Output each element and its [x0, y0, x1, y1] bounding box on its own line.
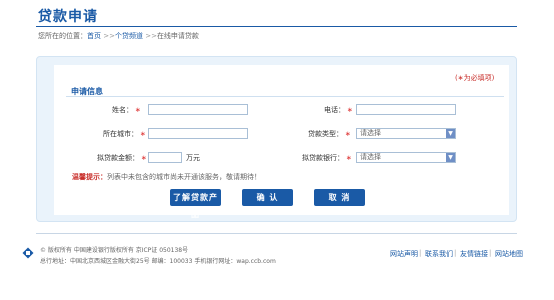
- cancel-button[interactable]: 取 消: [314, 189, 365, 206]
- amount-label-text: 拟贷款金额：: [97, 154, 139, 162]
- city-label-text: 所在城市：: [103, 130, 138, 138]
- breadcrumb-current: 在线申请贷款: [156, 32, 199, 40]
- chevron-down-icon: ▼: [446, 153, 455, 162]
- city-input[interactable]: [148, 128, 248, 139]
- phone-input[interactable]: [356, 104, 456, 115]
- required-mark: ∗: [141, 154, 147, 162]
- footer-link-friends[interactable]: 友情链接: [460, 249, 488, 259]
- required-mark: ∗: [345, 130, 351, 138]
- footer-link-contact[interactable]: 联系我们: [425, 249, 453, 259]
- footer-divider: [36, 233, 517, 234]
- required-note: (∗为必填项): [455, 74, 495, 82]
- loan-type-value: 请选择: [360, 129, 381, 137]
- confirm-button[interactable]: 确 认: [242, 189, 293, 206]
- amount-unit: 万元: [186, 154, 200, 162]
- required-mark: ∗: [347, 106, 353, 114]
- footer-separator: |: [489, 249, 492, 257]
- breadcrumb: 您所在的位置：首页 >>个贷频道 >>在线申请贷款: [38, 31, 199, 41]
- footer-separator: |: [419, 249, 422, 257]
- bank-value: 请选择: [360, 153, 381, 161]
- breadcrumb-separator: >>: [103, 32, 115, 40]
- name-input[interactable]: [148, 104, 248, 115]
- amount-label: 拟贷款金额： ∗: [97, 153, 147, 163]
- bank-label-text: 拟贷款银行：: [302, 154, 344, 162]
- breadcrumb-personal-link[interactable]: 个贷频道: [115, 32, 143, 40]
- loan-type-select[interactable]: 请选择 ▼: [356, 128, 456, 139]
- tip-text: 温馨提示：列表中未包含的城市尚未开通该服务，敬请期待！: [72, 172, 261, 182]
- name-label: 姓名： ∗: [112, 105, 141, 115]
- required-mark: ∗: [346, 154, 352, 162]
- ccb-logo-icon: [22, 247, 34, 259]
- amount-input[interactable]: [148, 152, 182, 163]
- section-divider: [66, 96, 504, 97]
- breadcrumb-prefix: 您所在的位置：: [38, 32, 87, 40]
- chevron-down-icon: ▼: [446, 129, 455, 138]
- breadcrumb-home-link[interactable]: 首页: [87, 32, 101, 40]
- learn-products-button[interactable]: 了解贷款产品: [170, 189, 221, 219]
- footer-copyright: © 版权所有 中国建设银行版权所有 京ICP证 050138号: [40, 247, 189, 254]
- phone-label: 电话： ∗: [324, 105, 353, 115]
- required-mark: ∗: [140, 130, 146, 138]
- breadcrumb-separator: >>: [145, 32, 157, 40]
- footer-link-sitemap[interactable]: 网站地图: [495, 249, 523, 259]
- tip-message: 列表中未包含的城市尚未开通该服务，敬请期待！: [107, 173, 261, 181]
- required-mark: ∗: [135, 106, 141, 114]
- city-label: 所在城市： ∗: [103, 129, 146, 139]
- page-title: 贷款申请: [38, 9, 98, 25]
- loan-type-label: 贷款类型： ∗: [308, 129, 351, 139]
- footer-separator: |: [454, 249, 457, 257]
- phone-label-text: 电话：: [324, 106, 345, 114]
- bank-label: 拟贷款银行： ∗: [302, 153, 352, 163]
- loan-type-label-text: 贷款类型：: [308, 130, 343, 138]
- footer-address: 总行地址：中国北京西城区金融大街25号 邮编：100033 手机银行网址：wap…: [40, 258, 276, 265]
- bank-select[interactable]: 请选择 ▼: [356, 152, 456, 163]
- footer-link-statement[interactable]: 网站声明: [390, 249, 418, 259]
- title-divider: [36, 26, 517, 27]
- name-label-text: 姓名：: [112, 106, 133, 114]
- tip-label: 温馨提示：: [72, 173, 107, 181]
